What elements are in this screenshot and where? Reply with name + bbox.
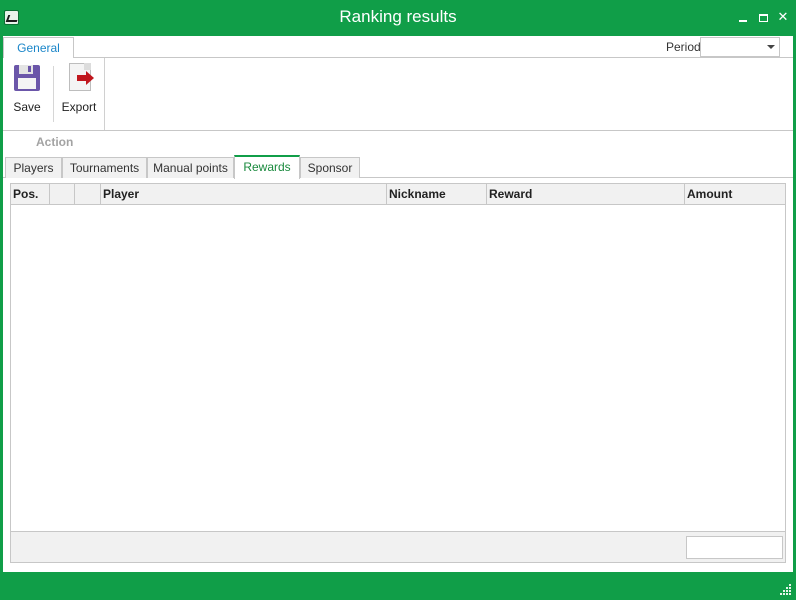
ribbon-group-action: Save Export xyxy=(3,58,105,130)
ribbon-tab-general[interactable]: General xyxy=(3,37,74,59)
window-controls: ✕ xyxy=(736,8,790,26)
column-header-nickname[interactable]: Nickname xyxy=(387,184,487,204)
tab-manual-points[interactable]: Manual points xyxy=(147,157,234,178)
export-button[interactable]: Export xyxy=(57,62,101,118)
tab-sponsor[interactable]: Sponsor xyxy=(300,157,360,178)
rewards-grid[interactable]: Pos. Player Nickname Reward Amount xyxy=(10,183,786,563)
floppy-disk-icon xyxy=(14,65,40,91)
close-button[interactable]: ✕ xyxy=(776,8,790,26)
page-tab-bar: Players Tournaments Manual points Reward… xyxy=(3,155,793,179)
ribbon-group-caption: Action xyxy=(36,135,74,149)
grid-footer xyxy=(11,531,785,562)
client-area: General Period Save Export Action Player… xyxy=(3,36,793,572)
ribbon-group-caption-row: Action xyxy=(3,131,793,153)
maximize-icon xyxy=(758,13,768,22)
export-button-label: Export xyxy=(61,100,97,114)
chevron-down-icon[interactable] xyxy=(767,45,775,49)
minimize-button[interactable] xyxy=(736,8,750,26)
footer-summary-cell xyxy=(686,536,783,559)
tab-players[interactable]: Players xyxy=(5,157,62,178)
title-bar[interactable]: Ranking results ✕ xyxy=(0,0,796,36)
column-header-pos[interactable]: Pos. xyxy=(11,184,50,204)
column-header-amount[interactable]: Amount xyxy=(685,184,785,204)
tab-tournaments[interactable]: Tournaments xyxy=(62,157,147,178)
tab-rewards[interactable]: Rewards xyxy=(234,155,300,179)
ribbon-tab-bar: General Period xyxy=(3,36,793,59)
save-button-label: Save xyxy=(13,100,41,114)
column-header-reward[interactable]: Reward xyxy=(487,184,685,204)
save-button[interactable]: Save xyxy=(5,62,49,118)
column-header-blank-2[interactable] xyxy=(75,184,101,204)
maximize-button[interactable] xyxy=(756,8,770,26)
ribbon-separator xyxy=(53,66,54,122)
window-title: Ranking results xyxy=(339,7,457,26)
close-icon: ✕ xyxy=(777,9,789,24)
column-header-player[interactable]: Player xyxy=(101,184,387,204)
ribbon-panel: Save Export xyxy=(3,58,793,131)
column-header-blank-1[interactable] xyxy=(50,184,75,204)
minimize-icon xyxy=(739,19,747,22)
period-select[interactable] xyxy=(700,37,780,57)
period-label: Period xyxy=(666,40,701,54)
resize-grip-icon[interactable] xyxy=(780,583,792,595)
app-window: Ranking results ✕ General Period Save Ex… xyxy=(0,0,796,600)
grid-header: Pos. Player Nickname Reward Amount xyxy=(11,184,785,205)
